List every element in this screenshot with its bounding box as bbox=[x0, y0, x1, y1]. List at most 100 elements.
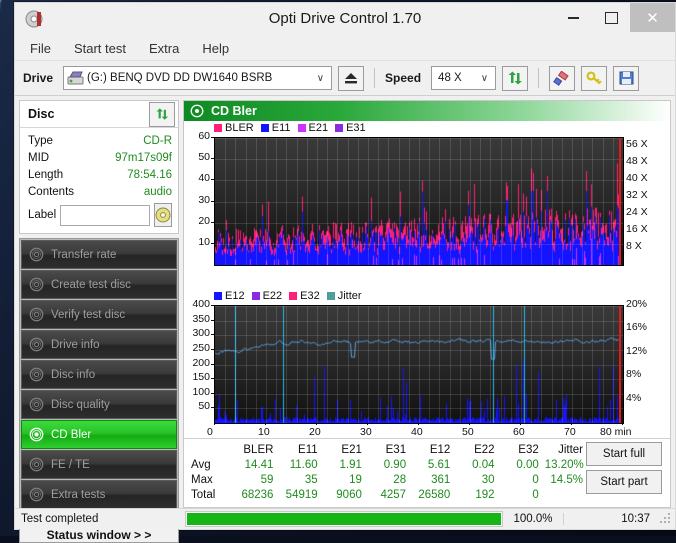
secondary-axis-tick-label: 8% bbox=[626, 368, 641, 380]
cell: 1.91 bbox=[321, 457, 365, 472]
sidebar-item-create-test-disc[interactable]: Create test disc bbox=[21, 270, 177, 299]
x-axis-tick bbox=[265, 422, 266, 425]
menu-bar: File Start test Extra Help bbox=[15, 36, 675, 61]
sidebar-item-fe-te[interactable]: FE / TE bbox=[21, 450, 177, 479]
sidebar-item-disc-info[interactable]: Disc info bbox=[21, 360, 177, 389]
sidebar-item-verify-test-disc[interactable]: Verify test disc bbox=[21, 300, 177, 329]
x-axis-tick-label: 30 bbox=[360, 426, 372, 438]
drive-select[interactable]: (G:) BENQ DVD DD DW1640 BSRB ∨ bbox=[63, 66, 332, 90]
sidebar-item-cd-bler[interactable]: CD Bler bbox=[21, 420, 177, 449]
erase-button[interactable] bbox=[549, 66, 575, 91]
cell: 26580 bbox=[409, 487, 453, 502]
y-axis-tick-label: 20 bbox=[184, 215, 210, 227]
progress-fill bbox=[187, 513, 501, 525]
y-axis-tick bbox=[211, 320, 214, 321]
secondary-axis-tick-label: 16% bbox=[626, 321, 647, 333]
cell: 14.5% bbox=[542, 472, 586, 487]
cell: 54919 bbox=[276, 487, 320, 502]
y-axis-tick bbox=[211, 393, 214, 394]
minimize-button[interactable] bbox=[554, 3, 592, 32]
menu-item-start-test[interactable]: Start test bbox=[71, 40, 129, 57]
disc-label-cd-button[interactable] bbox=[154, 203, 172, 227]
y-axis-tick-label: 200 bbox=[184, 357, 210, 369]
sidebar-item-disc-quality[interactable]: Disc quality bbox=[21, 390, 177, 419]
speed-label: Speed bbox=[385, 71, 421, 85]
grid-line bbox=[215, 138, 623, 139]
refresh-button[interactable] bbox=[502, 66, 528, 91]
legend-e11: E11 bbox=[261, 122, 291, 134]
maximize-button[interactable] bbox=[592, 3, 630, 32]
toolbar: Drive (G:) BENQ DVD DD DW1640 BSRB ∨ Spe… bbox=[15, 61, 675, 96]
drive-value: (G:) BENQ DVD DD DW1640 BSRB bbox=[87, 72, 272, 84]
y-axis-tick-label: 60 bbox=[184, 130, 210, 142]
y-axis-tick-label: 150 bbox=[184, 371, 210, 383]
sidebar-label: Verify test disc bbox=[51, 309, 125, 321]
start-part-button[interactable]: Start part bbox=[586, 470, 662, 494]
cell: 59 bbox=[232, 472, 276, 487]
disc-type-value: CD-R bbox=[143, 135, 172, 147]
y-axis-tick bbox=[211, 378, 214, 379]
progress-percent: 100.0% bbox=[503, 513, 564, 525]
speed-select[interactable]: 48 X ∨ bbox=[431, 66, 496, 90]
table-row: Avg 14.41 11.60 1.91 0.90 5.61 0.04 0.00… bbox=[188, 457, 586, 472]
disc-icon bbox=[29, 277, 44, 292]
cell: 192 bbox=[453, 487, 497, 502]
eject-button[interactable] bbox=[338, 66, 364, 91]
resize-grip[interactable] bbox=[658, 512, 672, 526]
cell: 4257 bbox=[365, 487, 409, 502]
scan-end-marker bbox=[619, 138, 621, 265]
status-window-button[interactable]: Status window > > bbox=[19, 527, 179, 543]
bler-chart: BLER E11 E21 E31 bbox=[184, 121, 670, 289]
legend-swatch bbox=[298, 124, 306, 132]
disc-label-caption: Label bbox=[28, 209, 56, 221]
x-axis-tick-label: 0 bbox=[207, 426, 213, 438]
y-axis-tick-label: 300 bbox=[184, 327, 210, 339]
start-buttons: Start full Start part bbox=[586, 442, 666, 502]
y-axis-tick bbox=[211, 222, 214, 223]
legend-label: E32 bbox=[300, 290, 320, 302]
sidebar-item-transfer-rate[interactable]: Transfer rate bbox=[21, 240, 177, 269]
cell: 19 bbox=[321, 472, 365, 487]
grid-line bbox=[215, 379, 623, 380]
table-row: Total 68236 54919 9060 4257 26580 192 0 bbox=[188, 487, 586, 502]
menu-item-help[interactable]: Help bbox=[199, 40, 232, 57]
e12-plot[interactable] bbox=[214, 305, 624, 424]
y-axis-tick bbox=[211, 179, 214, 180]
close-button[interactable]: ✕ bbox=[630, 3, 675, 32]
y-axis-tick-label: 250 bbox=[184, 342, 210, 354]
menu-item-file[interactable]: File bbox=[27, 40, 54, 57]
x-axis-tick bbox=[469, 422, 470, 425]
x-axis-tick bbox=[418, 422, 419, 425]
right-panel: CD Bler BLER E11 E21 bbox=[183, 100, 671, 508]
sidebar-item-extra-tests[interactable]: Extra tests bbox=[21, 480, 177, 509]
sidebar-item-drive-info[interactable]: Drive info bbox=[21, 330, 177, 359]
cell bbox=[542, 487, 586, 502]
grid-line bbox=[215, 321, 623, 322]
cell: 5.61 bbox=[409, 457, 453, 472]
table-row: Max 59 35 19 28 361 30 0 14.5% bbox=[188, 472, 586, 487]
menu-item-extra[interactable]: Extra bbox=[146, 40, 182, 57]
e12-jitter-chart: E12 E22 E32 Jitter bbox=[184, 289, 670, 449]
disc-icon bbox=[29, 487, 44, 502]
y-axis-tick bbox=[211, 158, 214, 159]
disc-label-input[interactable] bbox=[60, 205, 150, 226]
secondary-axis-tick-label: 16 X bbox=[626, 223, 648, 235]
key-button[interactable] bbox=[581, 66, 607, 91]
y-axis-tick-label: 50 bbox=[184, 400, 210, 412]
speed-value: 48 X bbox=[435, 72, 462, 84]
x-axis-tick bbox=[316, 422, 317, 425]
bler-plot[interactable] bbox=[214, 137, 624, 266]
legend-e32: E32 bbox=[289, 290, 320, 302]
cell: 11.60 bbox=[276, 457, 320, 472]
disc-info-card: Disc Type CD-R MID 97m1 bbox=[19, 100, 179, 234]
save-button[interactable] bbox=[613, 66, 639, 91]
legend-bler: BLER bbox=[214, 122, 254, 134]
y-axis-tick bbox=[211, 407, 214, 408]
secondary-axis-tick-label: 20% bbox=[626, 298, 647, 310]
drive-icon bbox=[67, 71, 84, 85]
charts-area: BLER E11 E21 E31 bbox=[184, 121, 670, 438]
disc-icon bbox=[29, 367, 44, 382]
cell: 13.20% bbox=[542, 457, 586, 472]
disc-refresh-button[interactable] bbox=[149, 102, 175, 127]
main-body: Disc Type CD-R MID 97m1 bbox=[15, 96, 675, 508]
